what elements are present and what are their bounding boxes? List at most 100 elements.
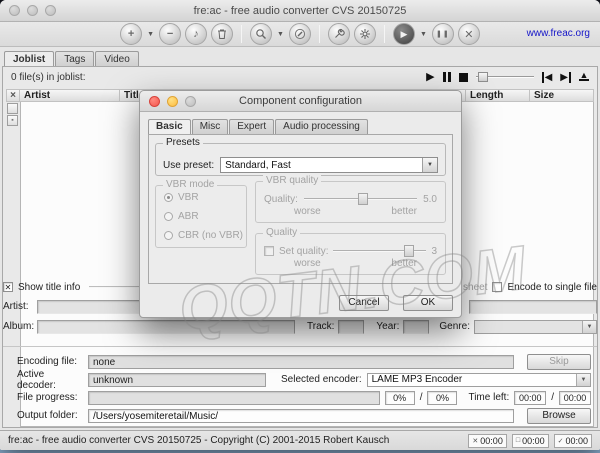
magnifier-icon <box>255 28 267 40</box>
dialog-tab-expert[interactable]: Expert <box>229 119 274 134</box>
time-left-a: 00:00 <box>514 391 546 405</box>
quality-legend: Quality <box>263 227 300 238</box>
status-text: fre:ac - free audio converter CVS 201507… <box>8 435 389 446</box>
progress-percent-b: 0% <box>427 391 457 405</box>
configure-gear-icon[interactable] <box>354 23 376 45</box>
selected-encoder-combobox[interactable]: LAME MP3 Encoder ▼ <box>367 373 591 387</box>
dialog-titlebar[interactable]: Component configuration <box>140 91 461 112</box>
time-box-1: ✕00:00 <box>468 434 506 448</box>
eject-icon[interactable]: ▲ <box>579 73 589 81</box>
skip-button[interactable]: Skip <box>527 354 591 370</box>
minimize-window-icon[interactable] <box>27 5 38 16</box>
add-files-menu-caret-icon[interactable]: ▼ <box>147 31 154 38</box>
column-select-all-icon[interactable]: × <box>6 89 20 102</box>
settings-wrench-icon[interactable] <box>328 23 350 45</box>
dialog-tabbar: Basic Misc Expert Audio processing <box>140 112 461 134</box>
check-icon: ✓ <box>558 437 564 445</box>
encoding-file-label: Encoding file: <box>17 356 83 367</box>
column-length[interactable]: Length <box>466 89 530 102</box>
time-left-b: 00:00 <box>559 391 591 405</box>
show-title-info-label: Show title info <box>18 282 80 293</box>
add-files-icon[interactable]: + <box>120 23 142 45</box>
previous-track-icon[interactable]: ◀ <box>542 72 553 83</box>
use-preset-combobox[interactable]: Standard, Fast ▼ <box>220 157 438 173</box>
encoding-file-field: none <box>88 355 514 369</box>
start-encoding-icon[interactable]: ▶ <box>393 23 415 45</box>
x-icon: ✕ <box>472 437 478 445</box>
column-artist[interactable]: Artist <box>20 89 120 102</box>
cancel-button[interactable]: Cancel <box>339 295 389 311</box>
gear-icon <box>359 28 371 40</box>
worse-label: worse <box>294 206 321 217</box>
dialog-zoom-icon[interactable] <box>185 96 196 107</box>
chevron-down-icon[interactable]: ▼ <box>576 374 590 386</box>
output-folder-field[interactable]: /Users/yosemiteretail/Music/ <box>88 409 514 423</box>
browse-button[interactable]: Browse <box>527 408 591 424</box>
dialog-title: Component configuration <box>239 95 362 107</box>
vbr-quality-value: 5.0 <box>423 194 437 205</box>
wrench-icon <box>333 28 345 40</box>
window-title: fre:ac - free audio converter CVS 201507… <box>194 5 407 17</box>
toggle-selection-checkbox[interactable]: ▪ <box>7 115 18 126</box>
pause-icon[interactable] <box>443 72 451 82</box>
quality-slider[interactable] <box>333 245 426 257</box>
cbr-radio-label: CBR (no VBR) <box>178 230 243 241</box>
vbr-radio[interactable] <box>164 193 173 202</box>
show-title-info-checkbox[interactable]: ✕ <box>3 282 13 292</box>
zoom-window-icon[interactable] <box>45 5 56 16</box>
dialog-tab-misc[interactable]: Misc <box>192 119 229 134</box>
cd-rip-menu-caret-icon[interactable]: ▼ <box>277 31 284 38</box>
cbr-radio[interactable] <box>164 231 173 240</box>
chevron-down-icon[interactable]: ▼ <box>582 321 596 333</box>
time-box-2: □00:00 <box>512 434 549 448</box>
tab-tags[interactable]: Tags <box>55 51 94 67</box>
vbr-mode-group: VBR mode VBR ABR CBR (no VBR) <box>155 185 247 248</box>
freac-website-link[interactable]: www.freac.org <box>527 28 590 39</box>
dialog-window-controls <box>149 96 196 107</box>
stop-icon[interactable] <box>459 73 468 82</box>
artist-label: Artist: <box>3 301 33 312</box>
select-none-checkbox[interactable] <box>7 103 18 114</box>
next-track-icon[interactable]: ▶ <box>560 72 571 83</box>
main-titlebar[interactable]: fre:ac - free audio converter CVS 201507… <box>0 0 600 22</box>
output-folder-label: Output folder: <box>17 410 83 421</box>
joblist-bar: 0 file(s) in joblist: ▶ ◀ ▶ ▲ <box>3 67 597 87</box>
toolbar-separator <box>241 25 242 43</box>
dialog-tab-basic[interactable]: Basic <box>148 119 191 135</box>
remove-files-icon[interactable]: − <box>159 23 181 45</box>
dialog-close-icon[interactable] <box>149 96 160 107</box>
time-left-label: Time left: <box>468 392 509 403</box>
stop-encoding-icon[interactable]: ✕ <box>458 23 480 45</box>
track-field[interactable] <box>338 320 364 334</box>
ok-button[interactable]: OK <box>403 295 453 311</box>
abr-radio[interactable] <box>164 212 173 221</box>
title-field[interactable] <box>469 300 597 314</box>
clear-joblist-icon[interactable] <box>211 23 233 45</box>
vbr-quality-slider[interactable] <box>304 193 417 205</box>
pause-encoding-icon[interactable]: ❚❚ <box>432 23 454 45</box>
encode-single-file-checkbox[interactable] <box>492 282 502 292</box>
window-controls <box>9 5 56 16</box>
genre-combobox[interactable]: ▼ <box>474 320 597 334</box>
selected-encoder-label: Selected encoder: <box>281 374 362 385</box>
play-icon[interactable]: ▶ <box>426 72 434 83</box>
tab-video[interactable]: Video <box>95 51 138 67</box>
dialog-tab-audio-processing[interactable]: Audio processing <box>275 119 368 134</box>
start-encoding-menu-caret-icon[interactable]: ▼ <box>420 31 427 38</box>
quality-group: Quality Set quality: 3 worse better <box>255 233 446 275</box>
chevron-down-icon[interactable]: ▼ <box>422 158 437 172</box>
seek-slider[interactable] <box>476 72 534 82</box>
better-label: better <box>391 258 417 269</box>
file-progress-bar <box>88 391 380 405</box>
cd-rip-icon[interactable] <box>250 23 272 45</box>
column-size[interactable]: Size <box>530 89 594 102</box>
progress-percent-a: 0% <box>385 391 415 405</box>
cddb-submit-icon[interactable] <box>289 23 311 45</box>
playlist-icon[interactable]: ♪ <box>185 23 207 45</box>
close-window-icon[interactable] <box>9 5 20 16</box>
album-field[interactable] <box>37 320 295 334</box>
vbr-quality-legend: VBR quality <box>263 175 321 186</box>
year-field[interactable] <box>403 320 429 334</box>
set-quality-checkbox[interactable] <box>264 246 274 256</box>
dialog-minimize-icon[interactable] <box>167 96 178 107</box>
